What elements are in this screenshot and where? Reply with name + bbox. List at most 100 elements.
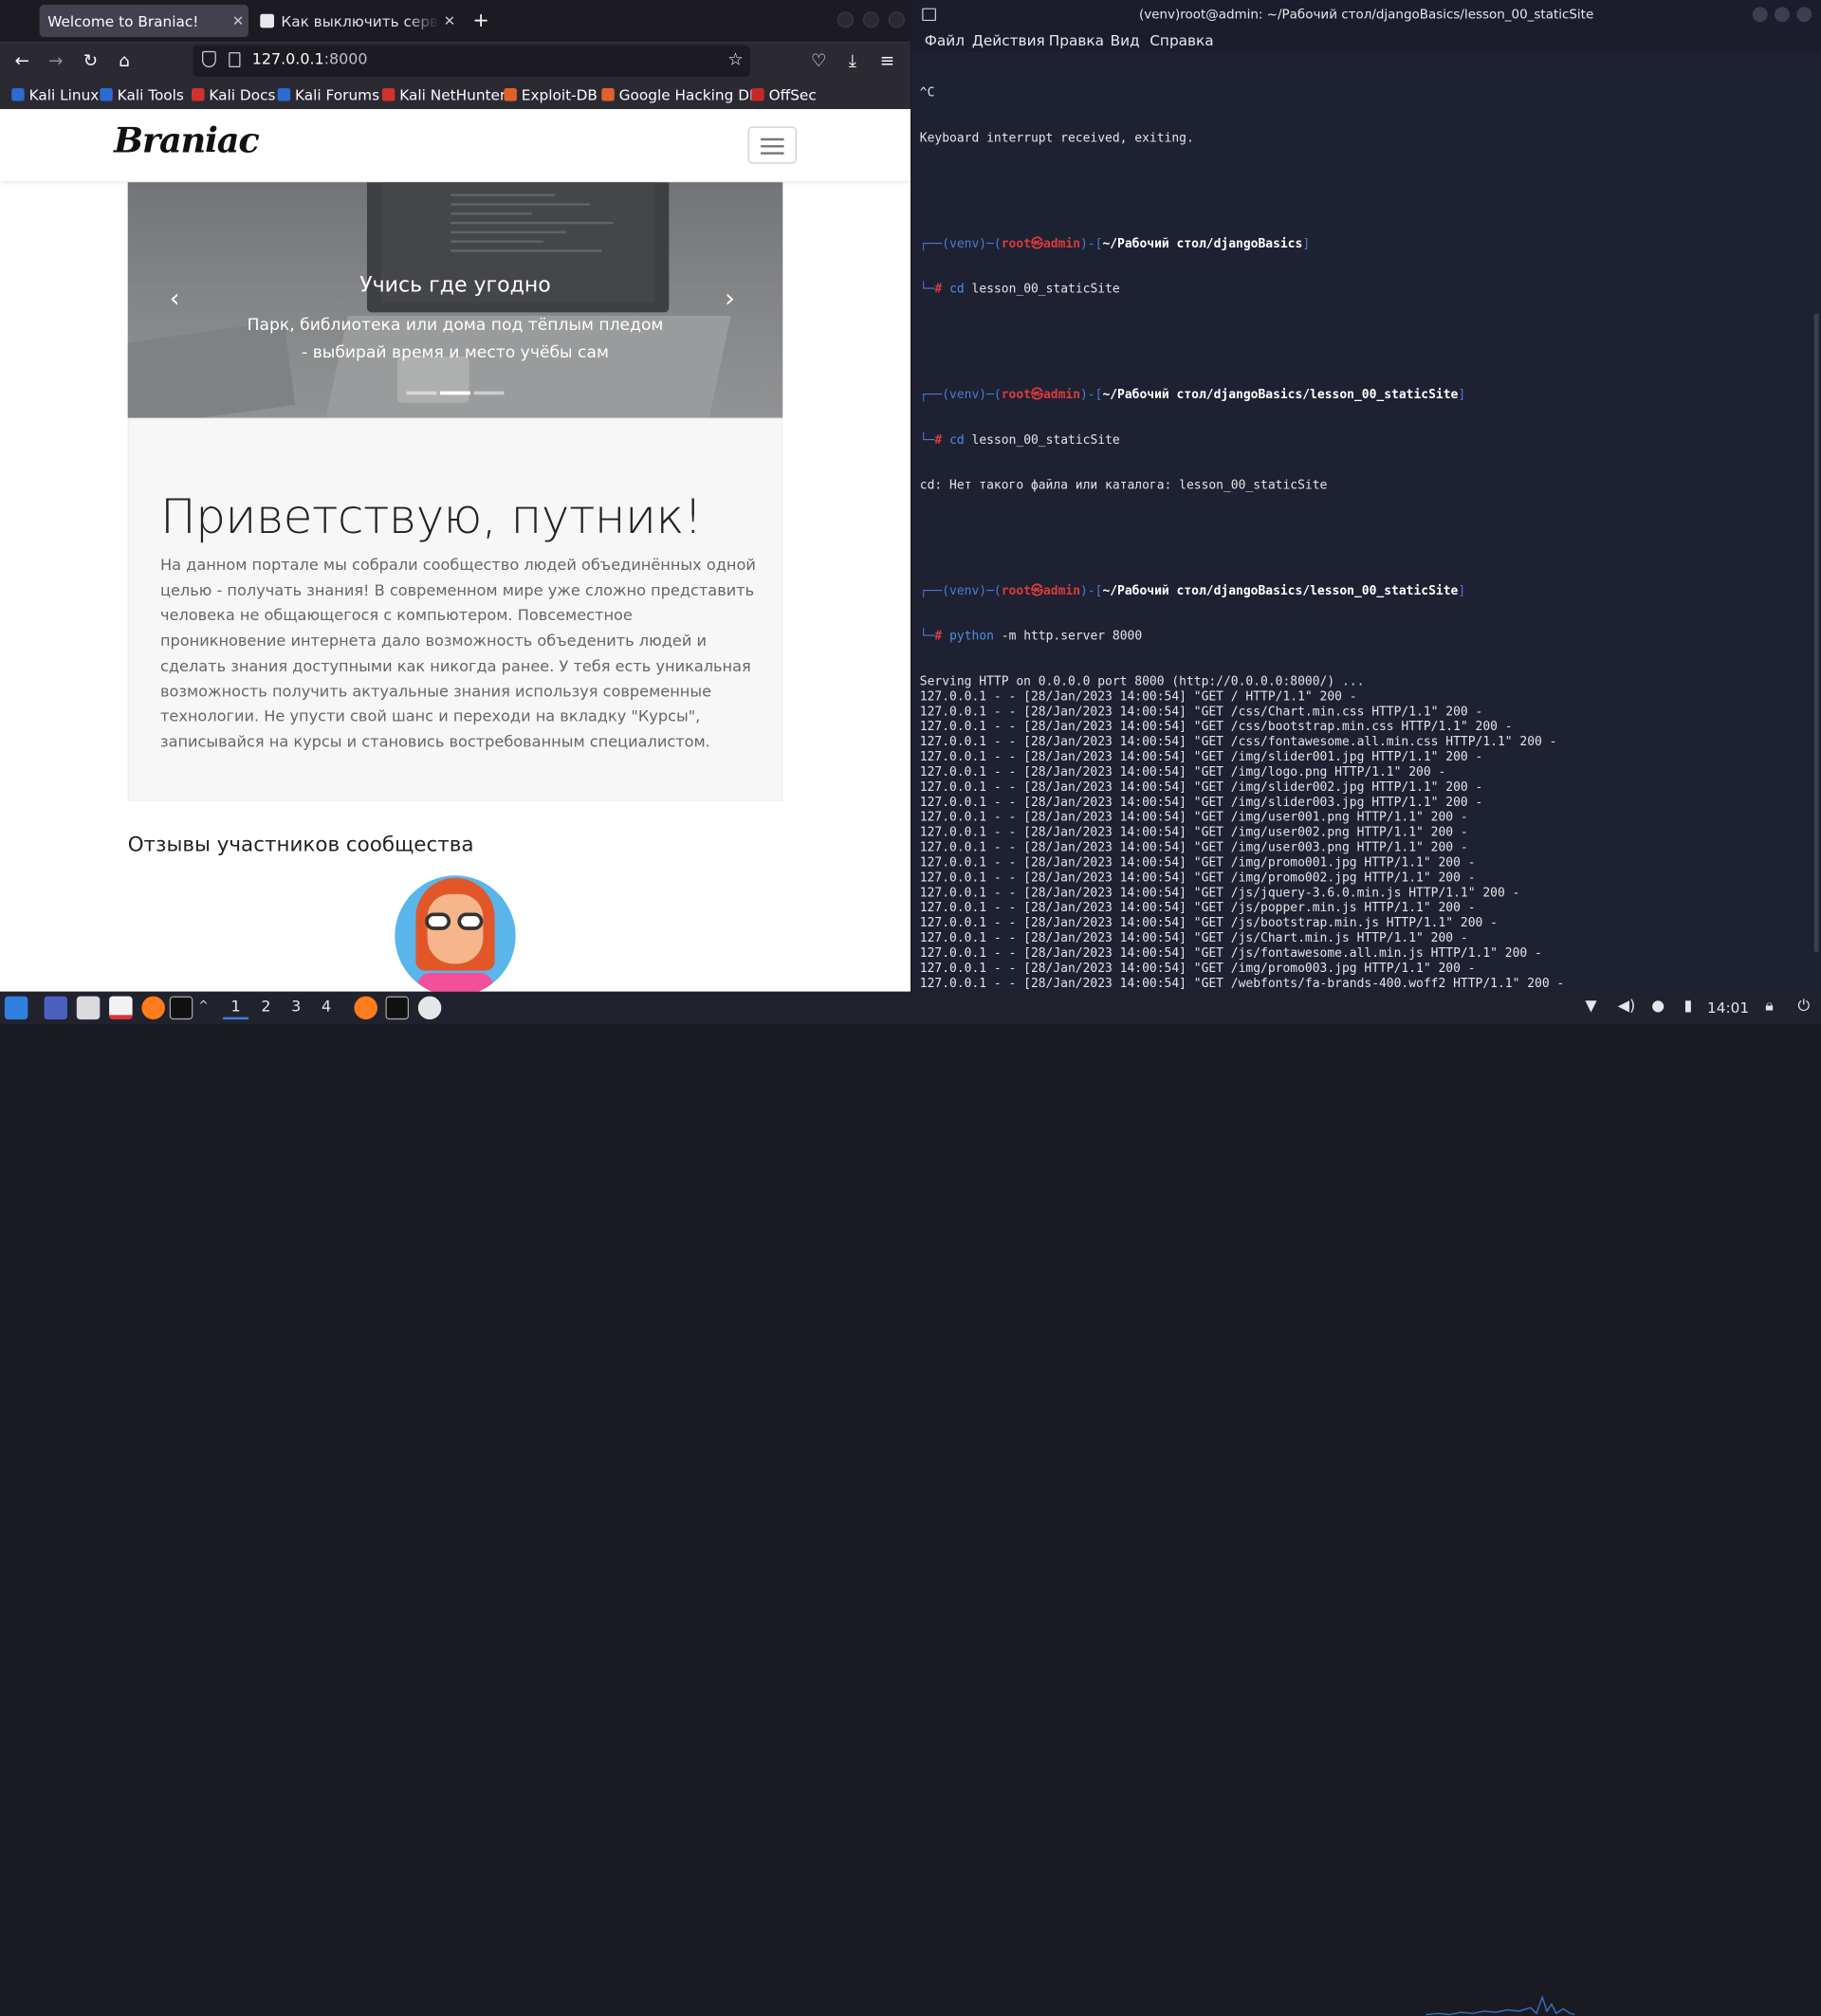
terminal-line: 127.0.0.1 - - [28/Jan/2023 14:00:54] "GE… xyxy=(919,931,1468,945)
bookmark-kali-linux[interactable]: Kali Linux xyxy=(11,86,99,103)
close-window-icon[interactable] xyxy=(888,11,905,28)
menu-icon[interactable]: ≡ xyxy=(875,48,898,71)
reload-icon[interactable]: ↻ xyxy=(79,48,101,71)
bookmark-label: Kali Docs xyxy=(209,85,276,103)
menu-view[interactable]: Вид xyxy=(1111,31,1140,48)
tab-server-shutdown[interactable]: Как выключить сервер d ✕ xyxy=(253,5,460,37)
url-port: :8000 xyxy=(323,50,368,69)
welcome-text: На данном портале мы собрали сообщество … xyxy=(159,557,756,752)
network-icon[interactable]: ▼ xyxy=(1585,998,1596,1015)
user-avatar xyxy=(395,875,516,992)
terminal-output[interactable]: ^C Keyboard interrupt received, exiting.… xyxy=(920,56,1814,992)
chevron-up-icon[interactable]: ^ xyxy=(198,999,208,1012)
prompt-venv: (venv) xyxy=(942,236,987,251)
clock[interactable]: 14:01 xyxy=(1707,999,1749,1016)
workspace-1[interactable]: 1 xyxy=(223,997,249,1020)
battery-icon[interactable]: ▮ xyxy=(1684,998,1693,1015)
prompt-venv: (venv) xyxy=(942,583,987,598)
carousel-indicator[interactable] xyxy=(406,391,437,395)
menu-help[interactable]: Справка xyxy=(1150,31,1213,48)
text-editor-icon[interactable] xyxy=(109,996,133,1020)
terminal-line: 127.0.0.1 - - [28/Jan/2023 14:00:54] "GE… xyxy=(919,779,1483,795)
terminal-line: 127.0.0.1 - - [28/Jan/2023 14:00:54] "GE… xyxy=(919,720,1513,734)
volume-icon[interactable]: ◀) xyxy=(1618,998,1635,1015)
bookmark-offsec[interactable]: OffSec xyxy=(751,86,817,103)
bookmark-kali-docs[interactable]: Kali Docs xyxy=(192,86,275,103)
workspace-4[interactable]: 4 xyxy=(314,997,340,1019)
terminal-line: 127.0.0.1 - - [28/Jan/2023 14:00:54] "GE… xyxy=(919,840,1468,855)
server-log: Serving HTTP on 0.0.0.0 port 8000 (http:… xyxy=(920,674,1814,991)
page-info-icon[interactable] xyxy=(229,52,241,68)
carousel-next-icon[interactable]: › xyxy=(725,284,735,314)
kali-forums-icon xyxy=(277,88,291,101)
menu-actions[interactable]: Действия xyxy=(972,31,1045,48)
prompt-path: ~/Рабочий стол/djangoBasics/lesson_00_st… xyxy=(1102,387,1459,402)
firefox-task-icon[interactable] xyxy=(354,996,377,1020)
close-tab-icon[interactable]: ✕ xyxy=(228,12,248,28)
carousel-indicator-active[interactable] xyxy=(440,391,470,395)
new-tab-button[interactable]: + xyxy=(472,9,488,32)
maximize-window-icon[interactable] xyxy=(1775,7,1790,23)
terminal-line: 127.0.0.1 - - [28/Jan/2023 14:00:54] "GE… xyxy=(919,901,1476,915)
carousel-prev-icon[interactable]: ‹ xyxy=(170,284,180,314)
bookmark-exploit-db[interactable]: Exploit-DB xyxy=(504,85,598,103)
terminal-line: 127.0.0.1 - - [28/Jan/2023 14:00:54] "GE… xyxy=(919,735,1557,749)
address-bar[interactable]: 127.0.0.1:8000 ☆ xyxy=(193,45,751,77)
url-text[interactable]: 127.0.0.1:8000 xyxy=(252,51,368,68)
carousel-indicator[interactable] xyxy=(473,391,505,395)
cpu-graph xyxy=(1426,1995,1575,2016)
kali-tools-icon xyxy=(100,88,113,101)
terminal-line: 127.0.0.1 - - [28/Jan/2023 14:00:54] "GE… xyxy=(919,916,1498,930)
tracking-shield-icon[interactable] xyxy=(202,50,216,68)
maximize-window-icon[interactable] xyxy=(862,11,879,28)
menu-edit[interactable]: Правка xyxy=(1049,31,1104,48)
lock-icon[interactable]: 🔒︎ xyxy=(1765,998,1773,1015)
terminal-line: 127.0.0.1 - - [28/Jan/2023 14:00:54] "GE… xyxy=(919,705,1483,719)
navigation-toolbar: ← → ↻ ⌂ 127.0.0.1:8000 ☆ ♡ ⤓ ≡ xyxy=(0,42,911,81)
back-icon[interactable]: ← xyxy=(10,48,33,71)
carousel-caption-text: Парк, библиотека или дома под тёплым пле… xyxy=(247,316,664,363)
bookmark-kali-nethunter[interactable]: Kali NetHunter xyxy=(381,86,506,103)
show-desktop-icon[interactable] xyxy=(44,996,68,1020)
forward-icon[interactable]: → xyxy=(45,48,67,71)
bookmark-label: Kali Forums xyxy=(295,85,380,103)
site-logo[interactable]: Braniac xyxy=(114,120,260,161)
terminal-window: (venv)root@admin: ~/Рабочий стол/djangoB… xyxy=(911,0,1821,992)
bookmark-kali-tools[interactable]: Kali Tools xyxy=(100,86,184,103)
pocket-icon[interactable]: ♡ xyxy=(807,48,830,71)
bookmark-label: Exploit-DB xyxy=(521,85,598,103)
workspace-2[interactable]: 2 xyxy=(253,997,279,1019)
minimize-window-icon[interactable] xyxy=(837,11,855,28)
navbar-toggler-button[interactable] xyxy=(747,126,798,164)
file-manager-icon[interactable] xyxy=(76,996,101,1020)
welcome-jumbotron: Приветствую, путник! На данном портале м… xyxy=(127,417,783,801)
terminal-task-icon[interactable] xyxy=(385,996,410,1020)
bookmark-google-hacking-db[interactable]: Google Hacking DB xyxy=(601,86,759,103)
minimize-window-icon[interactable] xyxy=(1752,7,1768,23)
notifications-icon[interactable]: ● xyxy=(1651,998,1665,1015)
tab-title: Welcome to Braniac! xyxy=(47,11,199,30)
terminal-titlebar: (venv)root@admin: ~/Рабочий стол/djangoB… xyxy=(911,0,1821,29)
terminal-line: 127.0.0.1 - - [28/Jan/2023 14:00:54] "GE… xyxy=(919,825,1468,840)
menu-file[interactable]: Файл xyxy=(925,31,965,48)
terminal-scrollbar[interactable] xyxy=(1813,313,1819,953)
bookmark-star-icon[interactable]: ☆ xyxy=(727,48,743,69)
terminal-line: 127.0.0.1 - - [28/Jan/2023 14:00:54] "GE… xyxy=(919,795,1483,810)
home-icon[interactable]: ⌂ xyxy=(113,48,136,71)
close-tab-icon[interactable]: ✕ xyxy=(439,12,460,28)
taskbar: ^ 1 2 3 4 ▼ ◀) ● ▮ 14:01 🔒︎ ⏻ xyxy=(0,991,1821,2016)
downloads-icon[interactable]: ⤓ xyxy=(841,48,864,71)
bookmark-kali-forums[interactable]: Kali Forums xyxy=(277,85,380,103)
close-window-icon[interactable] xyxy=(1796,7,1812,23)
kali-menu-icon[interactable] xyxy=(4,996,28,1020)
exploit-db-icon xyxy=(504,88,517,101)
tab-braniac[interactable]: Welcome to Braniac! ✕ xyxy=(39,4,249,38)
workspace-3[interactable]: 3 xyxy=(284,997,309,1019)
kali-linux-icon xyxy=(11,88,25,101)
firefox-icon[interactable] xyxy=(141,996,165,1020)
terminal-launcher-icon[interactable] xyxy=(169,996,193,1020)
logout-icon[interactable]: ⏻ xyxy=(1798,998,1811,1015)
terminal-menubar: Файл Действия Правка Вид Справка xyxy=(911,28,1821,53)
tab-strip: Welcome to Braniac! ✕ Как выключить серв… xyxy=(0,0,911,43)
help-task-icon[interactable] xyxy=(417,996,442,1020)
